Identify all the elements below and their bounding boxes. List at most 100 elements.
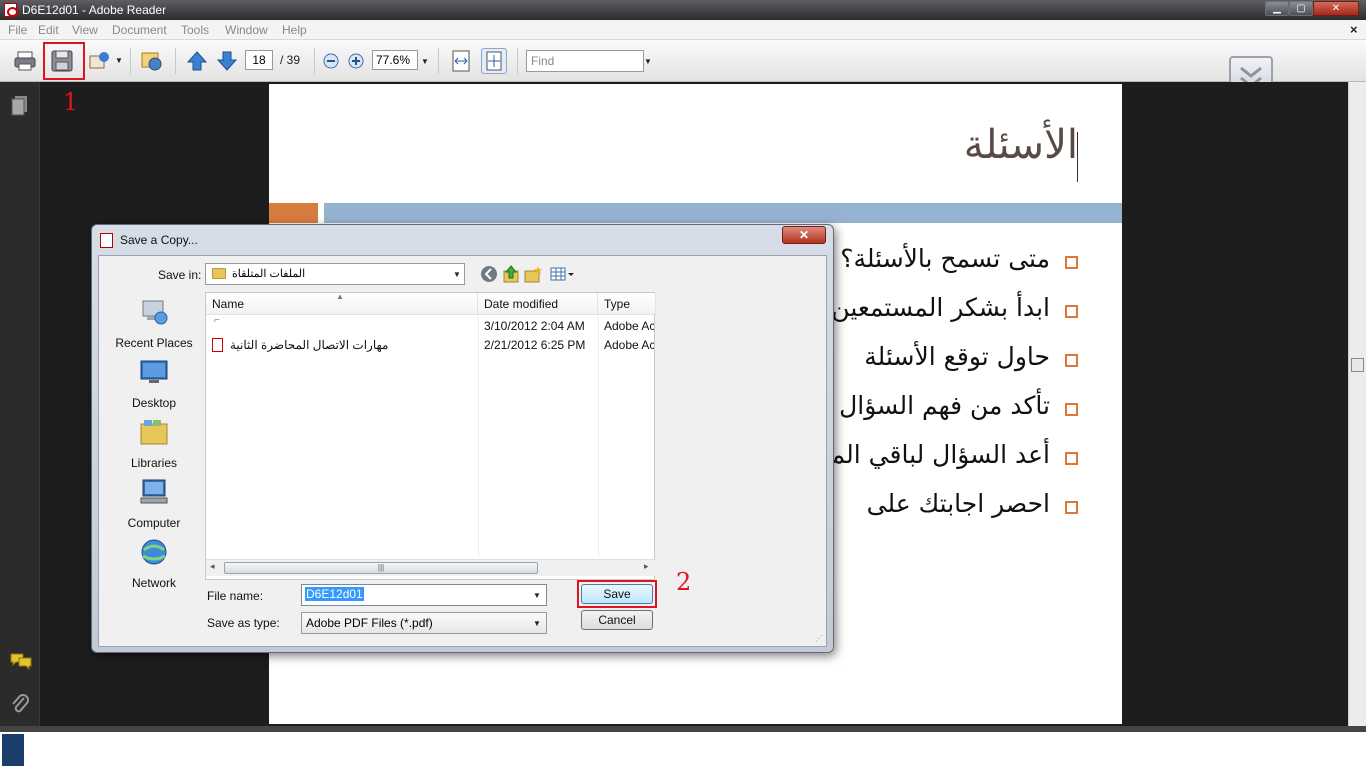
zoom-level-input[interactable]: 77.6% bbox=[372, 50, 418, 70]
file-name: مهارات الاتصال المحاضرة الثانية bbox=[230, 338, 389, 352]
file-list-scroll-thumb[interactable]: ||| bbox=[224, 562, 538, 574]
window-title: D6E12d01 - Adobe Reader bbox=[22, 3, 167, 17]
place-label: Desktop bbox=[131, 396, 177, 410]
column-header-type[interactable]: Type bbox=[598, 293, 656, 315]
file-list-scrollbar[interactable]: ◂ ||| ▸ bbox=[206, 559, 656, 576]
up-folder-button[interactable] bbox=[501, 264, 523, 286]
close-window-button[interactable]: ✕ bbox=[1313, 1, 1359, 16]
file-list[interactable]: Name ▲ Date modified Type ⌐ 3/10/2012 2:… bbox=[205, 292, 656, 580]
screen: D6E12d01 - Adobe Reader ▁ ▢ ✕ File Edit … bbox=[0, 0, 1366, 768]
share-icon bbox=[89, 52, 109, 69]
menu-view[interactable]: View bbox=[72, 23, 98, 37]
slide-band-orange bbox=[269, 203, 318, 223]
pdf-file-icon bbox=[212, 338, 223, 352]
menu-edit[interactable]: Edit bbox=[38, 23, 59, 37]
page-number-input[interactable]: 18 bbox=[245, 50, 273, 70]
toolbar-separator bbox=[130, 48, 131, 74]
file-date: 2/21/2012 6:25 PM bbox=[484, 338, 586, 352]
dialog-close-button[interactable]: ✕ bbox=[782, 226, 826, 244]
acrobat-online-button[interactable] bbox=[139, 48, 165, 74]
column-header-date[interactable]: Date modified bbox=[478, 293, 598, 315]
save-in-dropdown-arrow-icon[interactable]: ▼ bbox=[453, 270, 461, 279]
save-in-select[interactable]: الملفات المتلقاة bbox=[205, 263, 465, 285]
resize-grip-icon[interactable]: ⋰ bbox=[815, 634, 825, 644]
scroll-left-icon[interactable]: ◂ bbox=[210, 561, 215, 572]
find-input[interactable]: Find bbox=[526, 50, 644, 72]
menu-document[interactable]: Document bbox=[112, 23, 167, 37]
pages-icon bbox=[11, 96, 27, 116]
file-name-value: D6E12d01 bbox=[305, 587, 364, 601]
page-total: / 39 bbox=[280, 53, 301, 67]
column-header-name[interactable]: Name ▲ bbox=[206, 292, 478, 315]
menu-tools[interactable]: Tools bbox=[181, 23, 209, 37]
file-type: Adobe Ac bbox=[604, 338, 654, 352]
sort-ascending-icon: ▲ bbox=[336, 292, 344, 301]
annotation-box-2 bbox=[577, 580, 657, 608]
save-copy-dialog: Save a Copy... ✕ Save in: الملفات المتلق… bbox=[91, 224, 834, 653]
place-label: Network bbox=[131, 576, 176, 590]
minimize-button[interactable]: ▁ bbox=[1265, 1, 1289, 16]
next-page-button[interactable] bbox=[214, 48, 240, 74]
file-type: Adobe Ac bbox=[604, 319, 654, 333]
print-button[interactable] bbox=[12, 48, 38, 74]
scrollbar-thumb[interactable] bbox=[1351, 358, 1364, 372]
place-desktop[interactable]: Desktop bbox=[105, 358, 203, 416]
file-row[interactable]: مهارات الاتصال المحاضرة الثانية 2/21/201… bbox=[206, 336, 656, 355]
bullet-text: حاول توقع الأسئلة bbox=[864, 342, 1050, 371]
pages-panel-button[interactable] bbox=[10, 94, 30, 119]
share-dropdown-arrow-icon[interactable]: ▼ bbox=[115, 56, 123, 65]
previous-page-button[interactable] bbox=[184, 48, 210, 74]
comments-panel-button[interactable] bbox=[10, 652, 32, 673]
navigation-pane bbox=[0, 82, 40, 726]
bullet-square-icon bbox=[1065, 501, 1078, 514]
zoom-dropdown-arrow-icon[interactable]: ▼ bbox=[421, 57, 429, 66]
save-as-type-dropdown-arrow-icon[interactable]: ▼ bbox=[533, 619, 541, 628]
arrow-up-icon bbox=[186, 51, 208, 71]
place-libraries[interactable]: Libraries bbox=[105, 418, 203, 476]
scroll-right-icon[interactable]: ▸ bbox=[644, 561, 649, 572]
find-dropdown-arrow-icon[interactable]: ▼ bbox=[644, 57, 652, 66]
file-row[interactable]: ⌐ 3/10/2012 2:04 AM Adobe Ac bbox=[206, 315, 656, 336]
arrow-down-icon bbox=[216, 51, 238, 71]
zoom-out-button[interactable] bbox=[320, 50, 342, 72]
file-name-dropdown-arrow-icon[interactable]: ▼ bbox=[533, 591, 541, 600]
cancel-button[interactable]: Cancel bbox=[581, 610, 653, 630]
fit-page-button[interactable] bbox=[481, 48, 507, 74]
file-name-input[interactable]: D6E12d01 bbox=[301, 584, 547, 606]
adobe-reader-icon bbox=[4, 3, 18, 17]
share-button[interactable] bbox=[86, 48, 112, 74]
maximize-button[interactable]: ▢ bbox=[1289, 1, 1313, 16]
scrolling-mode-button[interactable] bbox=[448, 48, 474, 74]
title-bar: D6E12d01 - Adobe Reader ▁ ▢ ✕ bbox=[0, 0, 1366, 20]
place-recent-places[interactable]: Recent Places bbox=[105, 298, 203, 356]
new-folder-button[interactable] bbox=[523, 264, 545, 286]
slide-band-blue bbox=[324, 203, 1122, 223]
start-button[interactable] bbox=[2, 734, 24, 766]
place-network[interactable]: Network bbox=[105, 538, 203, 596]
place-label: Libraries bbox=[130, 456, 178, 470]
save-as-type-select[interactable]: Adobe PDF Files (*.pdf) bbox=[301, 612, 547, 634]
vertical-scrollbar[interactable] bbox=[1348, 82, 1366, 726]
menu-file[interactable]: File bbox=[8, 23, 27, 37]
back-button[interactable] bbox=[479, 264, 501, 286]
taskbar bbox=[0, 732, 1366, 768]
pdf-file-icon bbox=[100, 233, 113, 248]
file-name-label: File name: bbox=[207, 589, 264, 603]
network-icon bbox=[141, 539, 167, 565]
toolbar-separator bbox=[517, 48, 518, 74]
place-label: Recent Places bbox=[115, 336, 193, 350]
attachments-panel-button[interactable] bbox=[10, 692, 30, 719]
close-document-button[interactable]: × bbox=[1350, 22, 1358, 37]
desktop-icon bbox=[140, 360, 168, 383]
place-computer[interactable]: Computer bbox=[105, 478, 203, 536]
menu-help[interactable]: Help bbox=[282, 23, 307, 37]
bullet-square-icon bbox=[1065, 403, 1078, 416]
bullet-text: احصر اجابتك على bbox=[866, 489, 1050, 518]
view-menu-button[interactable] bbox=[549, 264, 579, 286]
bullet-square-icon bbox=[1065, 305, 1078, 318]
zoom-in-button[interactable] bbox=[345, 50, 367, 72]
fit-width-icon bbox=[452, 50, 470, 72]
menu-window[interactable]: Window bbox=[225, 23, 268, 37]
save-in-label: Save in: bbox=[158, 268, 202, 282]
save-in-value: الملفات المتلقاة bbox=[232, 268, 306, 280]
